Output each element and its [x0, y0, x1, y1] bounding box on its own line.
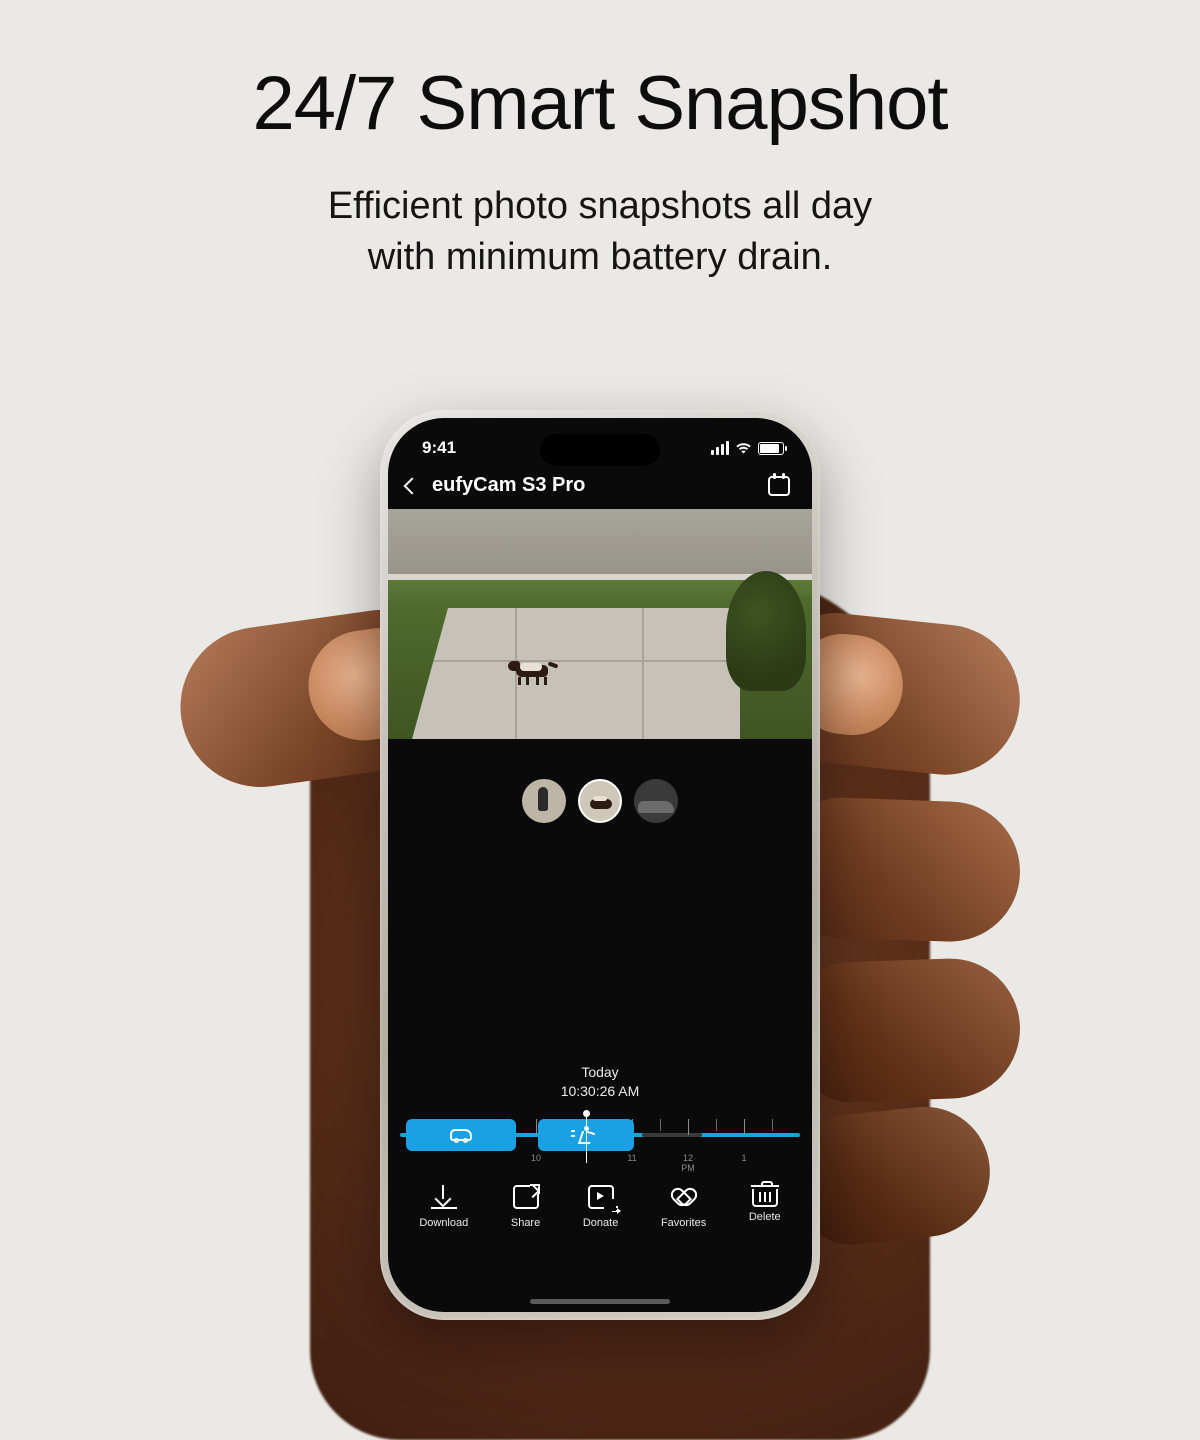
- camera-snapshot[interactable]: [388, 509, 812, 739]
- subhead-line2: with minimum battery drain.: [368, 236, 833, 278]
- subhead-line1: Efficient photo snapshots all day: [328, 185, 872, 227]
- event-vehicle[interactable]: [406, 1119, 516, 1151]
- back-icon[interactable]: [404, 477, 421, 494]
- share-button[interactable]: Share: [511, 1185, 540, 1229]
- pm-label: PM: [681, 1163, 695, 1173]
- trash-icon: [752, 1189, 778, 1207]
- thumbnail-vehicle[interactable]: [634, 779, 678, 823]
- thumbnail-pet[interactable]: [578, 779, 622, 823]
- phone-frame: 9:41 eufyCam S3 Pro: [380, 410, 820, 1320]
- timestamp-day: Today: [388, 1063, 812, 1082]
- favorites-button[interactable]: Favorites: [661, 1185, 706, 1229]
- phone-screen: 9:41 eufyCam S3 Pro: [388, 418, 812, 1312]
- snapshot-thumbnails: [388, 739, 812, 823]
- timeline[interactable]: 10 11 12 PM 1: [388, 1107, 812, 1167]
- timestamp-time: 10:30:26 AM: [388, 1082, 812, 1101]
- favorites-label: Favorites: [661, 1217, 706, 1229]
- timestamp-label: Today 10:30:26 AM: [388, 1063, 812, 1101]
- home-indicator[interactable]: [530, 1299, 670, 1304]
- tick-label: 12: [683, 1153, 693, 1163]
- delete-label: Delete: [749, 1211, 781, 1223]
- dynamic-island: [540, 434, 660, 466]
- marketing-headline: 24/7 Smart Snapshot: [0, 0, 1200, 147]
- wifi-icon: [735, 442, 752, 455]
- battery-icon: [758, 442, 784, 455]
- share-label: Share: [511, 1217, 540, 1229]
- download-icon: [431, 1185, 457, 1209]
- donate-label: Donate: [583, 1217, 618, 1229]
- delete-button[interactable]: Delete: [749, 1185, 781, 1229]
- signal-icon: [711, 441, 729, 455]
- tick-label: 10: [531, 1153, 541, 1163]
- heart-icon: [671, 1185, 697, 1209]
- status-time: 9:41: [422, 438, 456, 458]
- detected-pet: [508, 659, 558, 685]
- action-bar: Download Share Donate Favorites Delete: [388, 1167, 812, 1229]
- donate-icon: [588, 1185, 614, 1209]
- car-icon: [450, 1129, 472, 1141]
- download-label: Download: [419, 1217, 468, 1229]
- thumbnail-person[interactable]: [522, 779, 566, 823]
- calendar-icon[interactable]: [768, 476, 790, 496]
- download-button[interactable]: Download: [419, 1185, 468, 1229]
- marketing-subhead: Efficient photo snapshots all day with m…: [0, 181, 1200, 284]
- camera-title: eufyCam S3 Pro: [432, 474, 585, 497]
- tick-label: 11: [627, 1153, 636, 1163]
- tick-label: 1: [741, 1153, 746, 1163]
- timeline-playhead[interactable]: [586, 1113, 587, 1163]
- donate-button[interactable]: Donate: [583, 1185, 618, 1229]
- share-icon: [513, 1185, 539, 1209]
